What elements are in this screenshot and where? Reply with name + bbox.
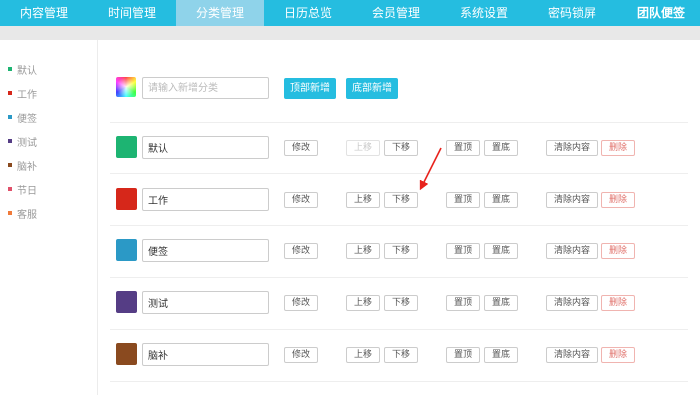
color-dot-icon	[8, 67, 12, 71]
move-to-bottom-button[interactable]: 置底	[484, 243, 518, 259]
divider	[110, 122, 688, 123]
divider	[110, 225, 688, 226]
edit-button[interactable]: 修改	[284, 347, 318, 363]
move-to-bottom-button[interactable]: 置底	[484, 192, 518, 208]
delete-button[interactable]: 删除	[601, 140, 635, 156]
category-color-swatch[interactable]	[116, 136, 137, 158]
move-down-button[interactable]: 下移	[384, 243, 418, 259]
move-up-button[interactable]: 上移	[346, 347, 380, 363]
clear-content-button[interactable]: 清除内容	[546, 347, 598, 363]
divider	[110, 277, 688, 278]
color-dot-icon	[8, 91, 12, 95]
move-to-top-button[interactable]: 置顶	[446, 295, 480, 311]
clear-content-button[interactable]: 清除内容	[546, 140, 598, 156]
edit-button[interactable]: 修改	[284, 140, 318, 156]
nav-system-settings[interactable]: 系统设置	[440, 0, 528, 26]
move-to-bottom-button[interactable]: 置底	[484, 347, 518, 363]
sub-header-bar	[0, 26, 700, 40]
delete-button[interactable]: 删除	[601, 192, 635, 208]
divider	[110, 329, 688, 330]
sidebar-item-label: 便签	[17, 113, 37, 125]
nav-category-management[interactable]: 分类管理	[176, 0, 264, 26]
nav-calendar-overview[interactable]: 日历总览	[264, 0, 352, 26]
category-name-input[interactable]	[142, 136, 269, 159]
category-color-swatch[interactable]	[116, 239, 137, 261]
nav-password-lock[interactable]: 密码锁屏	[528, 0, 616, 26]
edit-button[interactable]: 修改	[284, 295, 318, 311]
sidebar-item-work[interactable]: 工作	[8, 85, 37, 101]
clear-content-button[interactable]: 清除内容	[546, 295, 598, 311]
category-name-input[interactable]	[142, 239, 269, 262]
category-row-brainstorm: 修改 上移 下移 置顶 置底 清除内容 删除	[0, 343, 700, 367]
category-color-swatch[interactable]	[116, 291, 137, 313]
delete-button[interactable]: 删除	[601, 347, 635, 363]
move-down-button[interactable]: 下移	[384, 347, 418, 363]
move-up-button[interactable]: 上移	[346, 295, 380, 311]
delete-button[interactable]: 删除	[601, 295, 635, 311]
delete-button[interactable]: 删除	[601, 243, 635, 259]
category-row-work: 修改 上移 下移 置顶 置底 清除内容 删除	[0, 188, 700, 212]
divider	[110, 173, 688, 174]
move-to-bottom-button[interactable]: 置底	[484, 295, 518, 311]
move-down-button[interactable]: 下移	[384, 295, 418, 311]
move-up-button[interactable]: 上移	[346, 243, 380, 259]
move-up-button: 上移	[346, 140, 380, 156]
color-dot-icon	[8, 115, 12, 119]
divider	[110, 381, 688, 382]
move-down-button[interactable]: 下移	[384, 192, 418, 208]
move-up-button[interactable]: 上移	[346, 192, 380, 208]
sidebar-item-label: 工作	[17, 89, 37, 101]
category-sidebar: 默认 工作 便签 测试 脑补 节日 客服	[0, 40, 98, 395]
brand-title: 团队便签	[636, 6, 685, 20]
sidebar-item-default[interactable]: 默认	[8, 61, 37, 77]
move-to-top-button[interactable]: 置顶	[446, 192, 480, 208]
color-dot-icon	[8, 163, 12, 167]
new-category-input[interactable]	[142, 77, 269, 99]
move-down-button[interactable]: 下移	[384, 140, 418, 156]
category-name-input[interactable]	[142, 343, 269, 366]
move-to-top-button[interactable]: 置顶	[446, 140, 480, 156]
category-row-test: 修改 上移 下移 置顶 置底 清除内容 删除	[0, 291, 700, 315]
edit-button[interactable]: 修改	[284, 192, 318, 208]
category-name-input[interactable]	[142, 188, 269, 211]
edit-button[interactable]: 修改	[284, 243, 318, 259]
add-bottom-button[interactable]: 底部新增	[346, 78, 398, 99]
category-color-swatch[interactable]	[116, 343, 137, 365]
nav-member-management[interactable]: 会员管理	[352, 0, 440, 26]
category-row-notes: 修改 上移 下移 置顶 置底 清除内容 删除	[0, 239, 700, 263]
category-name-input[interactable]	[142, 291, 269, 314]
move-to-top-button[interactable]: 置顶	[446, 243, 480, 259]
clear-content-button[interactable]: 清除内容	[546, 192, 598, 208]
category-row-default: 修改 上移 下移 置顶 置底 清除内容 删除	[0, 136, 700, 160]
color-picker-icon[interactable]	[116, 77, 136, 97]
nav-content-management[interactable]: 内容管理	[0, 0, 88, 26]
sidebar-item-notes[interactable]: 便签	[8, 109, 37, 125]
sidebar-item-label: 默认	[17, 65, 37, 77]
top-nav: 内容管理 时间管理 分类管理 日历总览 会员管理 系统设置 密码锁屏 团队便签	[0, 0, 700, 26]
clear-content-button[interactable]: 清除内容	[546, 243, 598, 259]
category-color-swatch[interactable]	[116, 188, 137, 210]
move-to-top-button[interactable]: 置顶	[446, 347, 480, 363]
nav-time-management[interactable]: 时间管理	[88, 0, 176, 26]
move-to-bottom-button[interactable]: 置底	[484, 140, 518, 156]
add-top-button[interactable]: 顶部新增	[284, 78, 336, 99]
